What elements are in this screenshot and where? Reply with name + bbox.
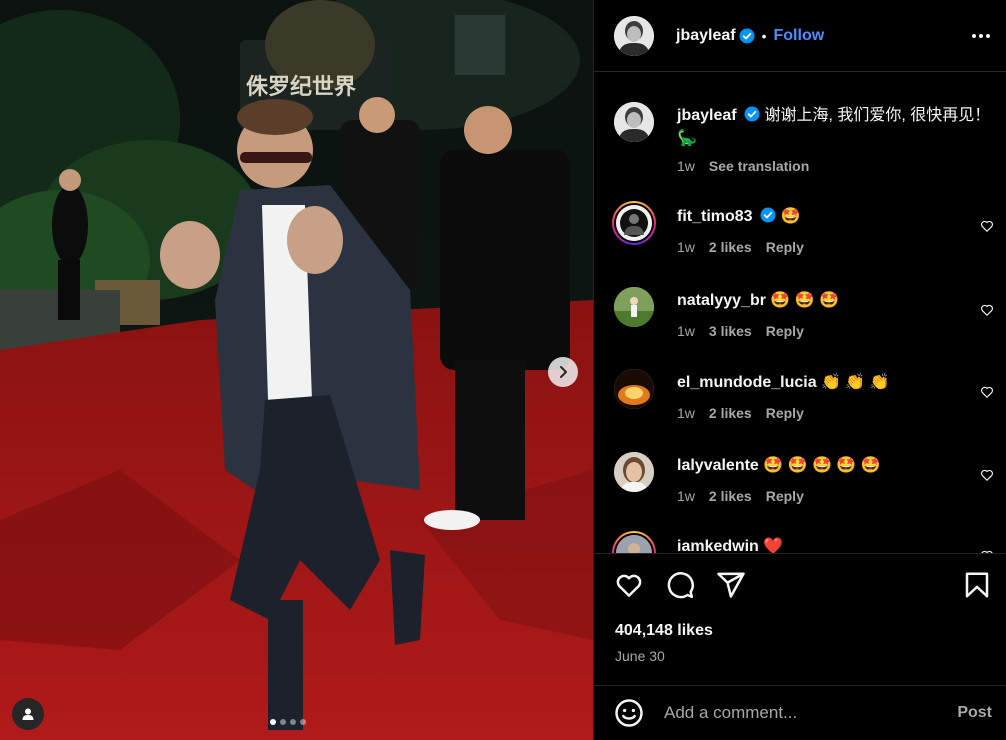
comment-username[interactable]: natalyyy_br [677, 292, 766, 309]
comment-username[interactable]: fit_timo83 [677, 208, 753, 225]
reply-button[interactable]: Reply [766, 323, 804, 339]
post-comment-button[interactable]: Post [957, 704, 992, 722]
comment-likes[interactable]: 2 likes [709, 405, 752, 421]
caption-avatar[interactable] [614, 102, 654, 142]
comment-username[interactable]: iamkedwin [677, 538, 759, 553]
sign-lettering: 侏罗纪世界 [246, 74, 356, 100]
follow-button[interactable]: Follow [774, 27, 825, 45]
post-date: June 30 [615, 648, 665, 664]
carousel-dot [290, 719, 296, 725]
heart-icon[interactable] [980, 219, 994, 233]
heart-icon[interactable] [980, 385, 994, 399]
comment-composer: Post [594, 685, 1006, 740]
commenter-avatar[interactable] [612, 531, 656, 553]
carousel-dot [300, 719, 306, 725]
post-detail-panel: jbayleaf • Follow jbayleaf 谢谢上海, 我们爱你, 很… [593, 0, 1006, 740]
comment-likes[interactable]: 3 likes [709, 323, 752, 339]
reply-button[interactable]: Reply [766, 239, 804, 255]
see-translation-link[interactable]: See translation [709, 158, 809, 174]
comment-likes[interactable]: 2 likes [709, 488, 752, 504]
commenter-avatar[interactable] [614, 287, 654, 327]
header-separator: • [761, 27, 767, 44]
user-tag-icon [22, 708, 34, 720]
verified-badge-icon [744, 106, 760, 122]
carousel-indicator [270, 719, 306, 725]
reply-button[interactable]: Reply [766, 488, 804, 504]
comment-age: 1w [677, 488, 695, 504]
commenter-avatar[interactable] [614, 452, 654, 492]
heart-icon[interactable] [614, 570, 644, 600]
comment-age: 1w [677, 239, 695, 255]
comment-text: 👏 👏 👏 [821, 374, 890, 391]
commenter-avatar[interactable] [612, 201, 656, 245]
carousel-dot [280, 719, 286, 725]
more-horizontal-icon [972, 33, 976, 38]
caption-username[interactable]: jbayleaf [677, 107, 737, 124]
post-actions: 404,148 likes June 30 [594, 553, 1006, 673]
comment-text: 🤩 🤩 🤩 🤩 🤩 [763, 457, 881, 474]
comments-list[interactable]: jbayleaf 谢谢上海, 我们爱你, 很快再见！ 🦕 1w See tran… [594, 73, 1006, 553]
comment-text: 🤩 [780, 208, 801, 225]
comment-username[interactable]: el_mundode_lucia [677, 374, 817, 391]
post-header: jbayleaf • Follow [594, 0, 1006, 72]
comment-age: 1w [677, 405, 695, 421]
more-options-button[interactable] [972, 33, 990, 38]
commenter-avatar[interactable] [614, 369, 654, 409]
reply-button[interactable]: Reply [766, 405, 804, 421]
post-photo: 侏罗纪世界 [0, 0, 593, 740]
emoji-icon[interactable] [614, 698, 644, 728]
comment-text: ❤️ [763, 538, 784, 553]
comment-username[interactable]: lalyvalente [677, 457, 759, 474]
comment-likes[interactable]: 2 likes [709, 239, 752, 255]
bookmark-icon[interactable] [962, 570, 992, 600]
author-avatar[interactable] [614, 15, 654, 56]
share-icon[interactable] [716, 570, 746, 600]
comment-icon[interactable] [665, 570, 695, 600]
comment-age: 1w [677, 323, 695, 339]
chevron-right-icon [560, 366, 567, 378]
comment-input[interactable] [664, 703, 958, 723]
caption-age: 1w [677, 158, 695, 174]
heart-icon[interactable] [980, 468, 994, 482]
like-count[interactable]: 404,148 likes [615, 622, 713, 640]
tagged-users-button[interactable] [12, 698, 44, 730]
verified-badge-icon [760, 207, 776, 223]
carousel-dot [270, 719, 276, 725]
carousel-next-button[interactable] [548, 357, 578, 387]
verified-badge-icon [739, 28, 755, 43]
comment-text: 🤩 🤩 🤩 [770, 292, 840, 309]
author-username[interactable]: jbayleaf [676, 27, 736, 45]
heart-icon[interactable] [980, 303, 994, 317]
post-media[interactable]: 侏罗纪世界 [0, 0, 593, 740]
